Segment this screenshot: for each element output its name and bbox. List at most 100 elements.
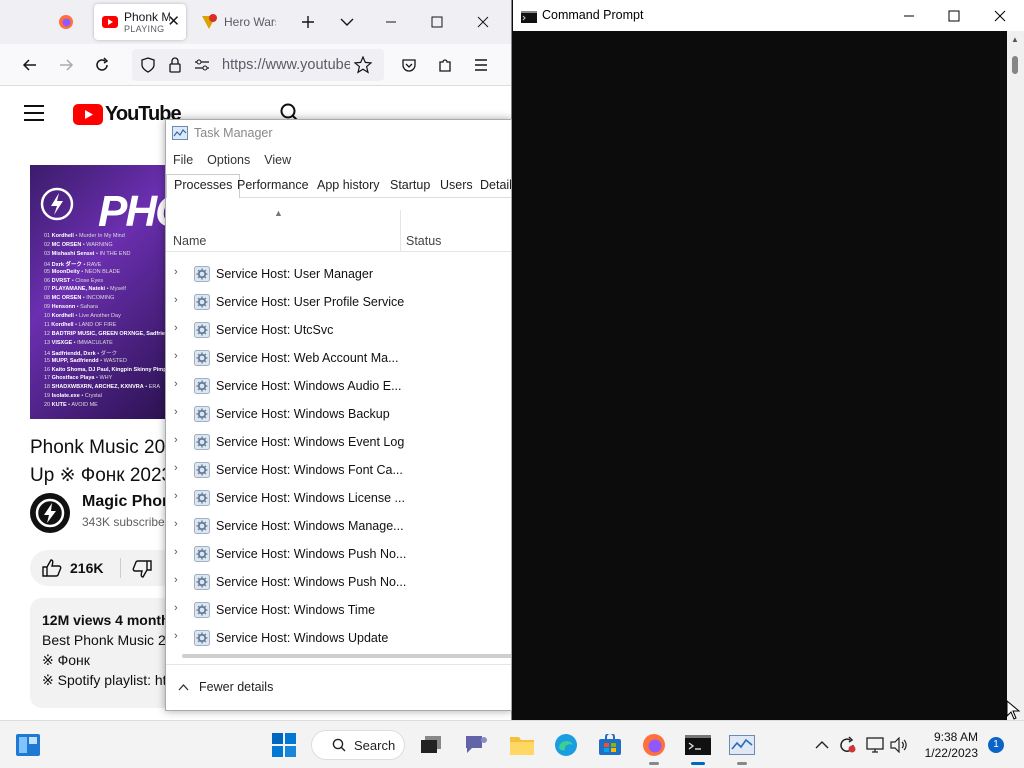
task-view-icon[interactable] — [417, 731, 445, 759]
extensions-icon[interactable] — [434, 54, 456, 76]
cmd-minimize-icon[interactable] — [894, 5, 924, 27]
sync-update-icon[interactable] — [836, 731, 858, 759]
expand-chevron-icon[interactable]: › — [174, 630, 178, 642]
process-row[interactable]: › Service Host: Windows Event Log — [166, 428, 511, 456]
cmd-close-icon[interactable] — [985, 5, 1015, 27]
guide-menu-icon[interactable] — [24, 105, 44, 126]
permissions-icon[interactable] — [194, 58, 210, 77]
minimize-icon[interactable] — [380, 12, 402, 32]
edge-icon[interactable] — [552, 731, 580, 759]
new-tab-icon[interactable] — [297, 12, 319, 32]
process-row[interactable]: › Service Host: Web Account Ma... — [166, 344, 511, 372]
column-status[interactable]: Status — [406, 234, 441, 248]
tab-performance[interactable]: Performance — [237, 178, 309, 192]
process-row[interactable]: › Service Host: Windows Push No... — [166, 568, 511, 596]
fewer-details-button[interactable]: Fewer details — [178, 680, 273, 694]
process-row[interactable]: › Service Host: Windows Backup — [166, 400, 511, 428]
horizontal-scrollbar[interactable] — [182, 654, 511, 658]
menu-file[interactable]: File — [173, 153, 193, 167]
expand-chevron-icon[interactable]: › — [174, 294, 178, 306]
list-tabs-chevron-icon[interactable] — [336, 12, 358, 32]
pocket-icon[interactable] — [398, 54, 420, 76]
menu-view[interactable]: View — [264, 153, 291, 167]
notification-badge[interactable]: 1 — [988, 737, 1004, 753]
expand-chevron-icon[interactable]: › — [174, 546, 178, 558]
column-separator[interactable] — [400, 210, 401, 252]
expand-chevron-icon[interactable]: › — [174, 434, 178, 446]
track-title: Close Eyes — [75, 277, 104, 284]
firefox-view-tab[interactable] — [48, 4, 84, 40]
channel-avatar[interactable] — [30, 493, 70, 538]
process-row[interactable]: › Service Host: Windows Audio E... — [166, 372, 511, 400]
teams-chat-icon[interactable] — [462, 731, 490, 759]
tab-processes[interactable]: Processes — [166, 174, 241, 198]
cmd-maximize-icon[interactable] — [939, 5, 969, 27]
bookmark-star-icon[interactable] — [353, 55, 373, 79]
process-row[interactable]: › Service Host: Windows Update — [166, 624, 511, 652]
expand-chevron-icon[interactable]: › — [174, 266, 178, 278]
track-title: WARNING — [86, 241, 113, 248]
process-row[interactable]: › Service Host: Windows Manage... — [166, 512, 511, 540]
tracking-shield-icon[interactable] — [140, 57, 156, 78]
column-name[interactable]: Name — [173, 234, 206, 248]
tab-users[interactable]: Users — [440, 178, 473, 192]
reload-icon[interactable] — [91, 54, 113, 76]
process-row[interactable]: › Service Host: Windows Time — [166, 596, 511, 624]
track-title: Live Another Day — [78, 313, 121, 320]
cmd-scroll-thumb[interactable] — [1012, 56, 1018, 74]
task-manager-taskbar-icon[interactable] — [728, 731, 756, 765]
process-row[interactable]: › Service Host: UtcSvc — [166, 316, 511, 344]
process-row[interactable]: › Service Host: Windows Font Ca... — [166, 456, 511, 484]
expand-chevron-icon[interactable]: › — [174, 490, 178, 502]
hamburger-menu-icon[interactable] — [470, 54, 492, 76]
back-arrow-icon[interactable] — [19, 54, 41, 76]
track-artist: KUTE — [51, 402, 67, 409]
cmd-vertical-scrollbar[interactable]: ▲ — [1007, 31, 1024, 720]
expand-chevron-icon[interactable]: › — [174, 322, 178, 334]
like-thumb-icon[interactable] — [42, 559, 62, 582]
sort-ascending-icon: ▲ — [274, 208, 283, 218]
expand-chevron-icon[interactable]: › — [174, 518, 178, 530]
maximize-icon[interactable] — [426, 12, 448, 32]
microsoft-store-icon[interactable] — [596, 731, 624, 759]
close-tab-icon[interactable]: ✕ — [167, 14, 180, 29]
expand-chevron-icon[interactable]: › — [174, 406, 178, 418]
taskbar-search[interactable]: Search — [311, 730, 405, 760]
video-thumbnail[interactable]: PHONK 01 Kordhell • Murder In My Mind 02 … — [30, 165, 170, 419]
expand-chevron-icon[interactable]: › — [174, 350, 178, 362]
url-bar[interactable]: https://www.youtube.com/ — [132, 49, 384, 81]
show-hidden-icons-chevron-icon[interactable] — [812, 731, 832, 759]
process-row[interactable]: › Service Host: User Profile Service — [166, 288, 511, 316]
command-prompt-taskbar-icon[interactable] — [684, 731, 712, 765]
expand-chevron-icon[interactable]: › — [174, 378, 178, 390]
network-icon[interactable] — [864, 731, 886, 759]
process-row[interactable]: › Service Host: Windows License ... — [166, 484, 511, 512]
running-indicator — [649, 762, 659, 765]
menu-options[interactable]: Options — [207, 153, 250, 167]
process-row[interactable]: › Service Host: User Manager — [166, 260, 511, 288]
tab-app-history[interactable]: App history — [317, 178, 380, 192]
tab-hero-wars[interactable]: Hero Wars — [196, 4, 286, 40]
forward-arrow-icon[interactable] — [55, 54, 77, 76]
description-line: ※ Фонк — [42, 652, 90, 668]
close-window-icon[interactable] — [472, 12, 494, 32]
like-count[interactable]: 216K — [70, 560, 103, 576]
volume-icon[interactable] — [888, 731, 910, 759]
expand-chevron-icon[interactable]: › — [174, 602, 178, 614]
dislike-thumb-icon[interactable] — [132, 560, 152, 583]
tab-youtube[interactable]: Phonk Music 2023 PLAYING ✕ — [94, 4, 186, 40]
start-windows-icon[interactable] — [270, 731, 298, 759]
tab-startup[interactable]: Startup — [390, 178, 430, 192]
expand-chevron-icon[interactable]: › — [174, 574, 178, 586]
lock-icon[interactable] — [168, 57, 182, 78]
tab-details[interactable]: Details — [480, 178, 511, 192]
taskbar-clock[interactable]: 9:38 AM 1/22/2023 — [916, 729, 978, 761]
expand-chevron-icon[interactable]: › — [174, 462, 178, 474]
firefox-taskbar-icon[interactable] — [640, 731, 668, 765]
scroll-up-arrow-icon[interactable]: ▲ — [1011, 35, 1019, 44]
subscriber-count: 343K subscribers — [82, 515, 175, 529]
widgets-icon[interactable] — [14, 731, 42, 759]
file-explorer-icon[interactable] — [508, 731, 536, 759]
track-number: 09 — [44, 304, 51, 311]
process-row[interactable]: › Service Host: Windows Push No... — [166, 540, 511, 568]
